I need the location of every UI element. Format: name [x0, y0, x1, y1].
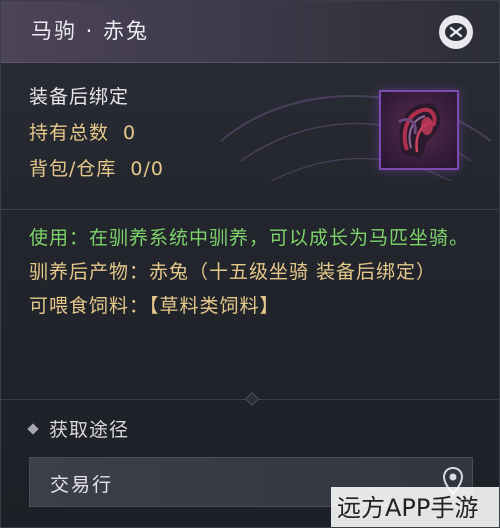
usage-text: 使用：在驯养系统中驯养，可以成长为马匹坐骑。 [29, 227, 470, 249]
product-text: 驯养后产物：赤兔（十五级坐骑 装备后绑定） [29, 261, 437, 283]
bind-type: 装备后绑定 [29, 86, 130, 108]
watermark: 远方APP手游网 [331, 487, 499, 527]
item-description: 使用：在驯养系统中驯养，可以成长为马匹坐骑。 驯养后产物：赤兔（十五级坐骑 装备… [29, 221, 479, 323]
storage-value: 0/0 [130, 158, 164, 180]
horse-item-icon [379, 90, 459, 170]
source-section-title: 获取途径 [27, 415, 130, 442]
source-item-label: 交易行 [50, 474, 114, 496]
storage-label: 背包/仓库 [29, 158, 117, 180]
diamond-bullet-icon [27, 422, 39, 435]
close-icon [445, 23, 467, 41]
close-button[interactable] [439, 15, 473, 49]
divider-ornament [244, 391, 260, 407]
item-info: 装备后绑定 持有总数 0 背包/仓库 0/0 [29, 79, 164, 187]
item-title: 马驹 · 赤兔 [31, 19, 150, 43]
divider [1, 209, 499, 210]
source-title-text: 获取途径 [49, 419, 130, 441]
item-tooltip-panel: 马驹 · 赤兔 装备后绑定 持有总数 0 背包/仓库 0/0 使用：在驯养系统中… [0, 0, 500, 528]
owned-value: 0 [123, 122, 137, 144]
feed-text: 可喂食饲料：【草料类饲料】 [29, 295, 280, 317]
owned-count-row: 持有总数 0 [29, 115, 164, 151]
storage-row: 背包/仓库 0/0 [29, 151, 164, 187]
tooltip-header: 马驹 · 赤兔 [1, 1, 499, 63]
owned-label: 持有总数 [29, 122, 110, 144]
